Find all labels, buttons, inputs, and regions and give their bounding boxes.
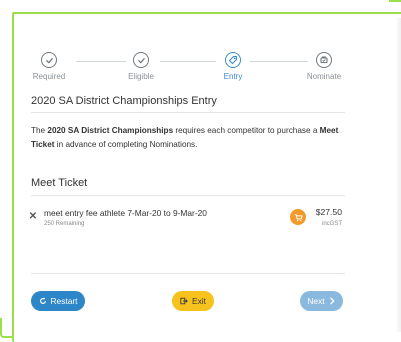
exit-label: Exit (192, 296, 206, 306)
frame-corner (389, 0, 401, 12)
ticket-row: ✕ meet entry fee athlete 7-Mar-20 to 9-M… (28, 207, 348, 233)
exit-button[interactable]: Exit (172, 291, 214, 311)
intro-text-part: in advance of completing Nominations. (54, 140, 198, 149)
page-title: 2020 SA District Championships Entry (31, 95, 217, 107)
step-label: Nominate (306, 72, 342, 81)
add-to-cart-button[interactable] (290, 209, 306, 225)
intro-text-part: The (31, 126, 48, 135)
step-nominate: Nominate (289, 52, 359, 81)
restart-button[interactable]: Restart (31, 291, 85, 311)
intro-text: The 2020 SA District Championships requi… (31, 124, 351, 152)
remove-icon[interactable]: ✕ (28, 212, 38, 222)
exit-icon (180, 297, 188, 305)
scroll-shadow (395, 18, 401, 332)
frame-corner (0, 318, 12, 338)
ticket-price: $27.50 (315, 207, 342, 217)
step-eligible: Eligible (106, 52, 176, 81)
restart-label: Restart (50, 296, 78, 306)
event-name: 2020 SA District Championships (47, 126, 174, 135)
ticket-remaining: 250 Remaining (44, 221, 85, 227)
chevron-right-icon (329, 297, 334, 305)
check-icon (41, 52, 57, 68)
intro-text-part: requires each competitor to purchase a (173, 126, 320, 135)
divider (31, 112, 345, 113)
next-label: Next (307, 296, 325, 306)
check-icon (133, 52, 149, 68)
step-label: Entry (223, 72, 243, 81)
nominate-icon (316, 52, 332, 68)
ticket-name: meet entry fee athlete 7-Mar-20 to 9-Mar… (44, 208, 207, 218)
divider (31, 195, 345, 196)
section-heading: Meet Ticket (31, 177, 88, 189)
step-entry: Entry (198, 52, 268, 81)
step-required: Required (14, 52, 84, 81)
divider (31, 273, 345, 274)
next-button[interactable]: Next (300, 291, 343, 311)
restart-icon (39, 297, 46, 304)
step-label: Required (32, 72, 66, 81)
ticket-tax-note: incGST (321, 221, 342, 227)
cart-icon (294, 213, 303, 221)
tag-icon (225, 52, 241, 68)
step-label: Eligible (128, 72, 154, 81)
